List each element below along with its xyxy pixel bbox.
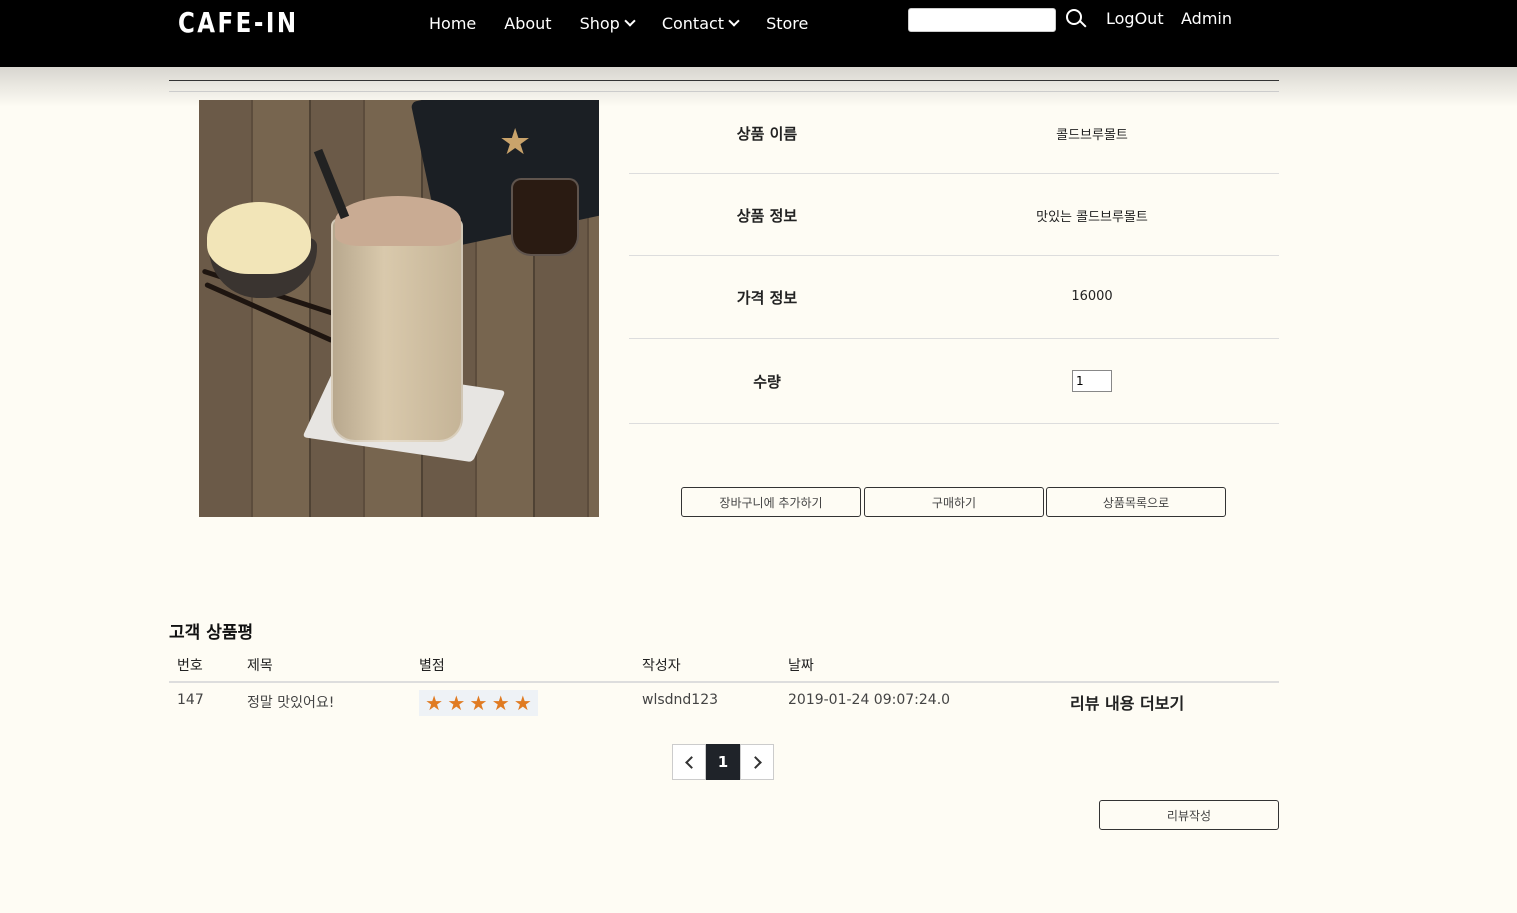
table-header-divider bbox=[169, 681, 1279, 683]
quantity-label: 수량 bbox=[753, 373, 781, 391]
logout-link[interactable]: LogOut bbox=[1106, 9, 1164, 28]
review-no: 147 bbox=[177, 692, 204, 708]
col-header-no: 번호 bbox=[177, 658, 203, 674]
product-name-row: 상품 이름 콜드브루몰트 bbox=[629, 92, 1279, 174]
product-info-label: 상품 정보 bbox=[736, 207, 798, 225]
nav-contact[interactable]: Contact bbox=[661, 14, 740, 33]
reviews-title: 고객 상품평 bbox=[169, 623, 254, 643]
star-icon: ★ bbox=[425, 691, 444, 715]
nav-contact-label: Contact bbox=[661, 14, 725, 33]
nav-store-label: Store bbox=[766, 14, 809, 33]
product-name-value: 콜드브루몰트 bbox=[1056, 128, 1128, 143]
review-title[interactable]: 정말 맛있어요! bbox=[247, 692, 334, 712]
price-label: 가격 정보 bbox=[736, 289, 798, 307]
top-navbar: CAFE-IN Home About Shop Contact Store Lo… bbox=[0, 0, 1517, 67]
product-image: ★ bbox=[199, 100, 599, 517]
add-to-cart-button[interactable]: 장바구니에 추가하기 bbox=[681, 487, 861, 517]
nav-home[interactable]: Home bbox=[429, 14, 476, 33]
review-date: 2019-01-24 09:07:24.0 bbox=[788, 692, 951, 708]
col-header-rating: 별점 bbox=[419, 658, 445, 674]
col-header-date: 날짜 bbox=[788, 658, 814, 674]
chevron-left-icon bbox=[684, 755, 698, 769]
chevron-right-icon bbox=[748, 755, 762, 769]
page-1-button[interactable]: 1 bbox=[706, 744, 740, 780]
col-header-author: 작성자 bbox=[642, 658, 681, 674]
star-icon: ★ bbox=[491, 691, 510, 715]
search-input[interactable] bbox=[908, 8, 1056, 32]
star-icon: ★ bbox=[469, 691, 488, 715]
chevron-down-icon bbox=[728, 15, 740, 27]
quantity-input[interactable] bbox=[1072, 370, 1112, 392]
search-icon[interactable] bbox=[1066, 9, 1087, 31]
nav-shop-label: Shop bbox=[579, 14, 620, 33]
nav-store[interactable]: Store bbox=[766, 14, 808, 33]
buy-button[interactable]: 구매하기 bbox=[864, 487, 1044, 517]
product-info-row: 상품 정보 맛있는 콜드브루몰트 bbox=[629, 174, 1279, 256]
rating-stars: ★ ★ ★ ★ ★ bbox=[419, 690, 538, 716]
nav-shop[interactable]: Shop bbox=[579, 14, 636, 33]
admin-link[interactable]: Admin bbox=[1181, 9, 1232, 28]
review-more-link[interactable]: 리뷰 내용 더보기 bbox=[1070, 690, 1184, 714]
col-header-title: 제목 bbox=[247, 658, 273, 674]
nav-home-label: Home bbox=[429, 14, 477, 33]
quantity-row: 수량 bbox=[629, 339, 1279, 424]
write-review-button[interactable]: 리뷰작성 bbox=[1099, 800, 1279, 830]
review-author: wlsdnd123 bbox=[642, 692, 719, 708]
price-value: 16000 bbox=[1071, 289, 1113, 304]
product-name-label: 상품 이름 bbox=[736, 125, 798, 143]
prev-page-button[interactable] bbox=[672, 744, 706, 780]
star-icon: ★ bbox=[447, 691, 466, 715]
product-list-button[interactable]: 상품목록으로 bbox=[1046, 487, 1226, 517]
nav-about-label: About bbox=[504, 14, 552, 33]
pagination: 1 bbox=[672, 744, 774, 780]
product-info-value: 맛있는 콜드브루몰트 bbox=[1036, 210, 1148, 225]
next-page-button[interactable] bbox=[740, 744, 774, 780]
price-row: 가격 정보 16000 bbox=[629, 256, 1279, 339]
brand-logo[interactable]: CAFE-IN bbox=[178, 6, 299, 39]
divider bbox=[169, 80, 1279, 81]
chevron-down-icon bbox=[624, 15, 636, 27]
nav-about[interactable]: About bbox=[504, 14, 551, 33]
star-icon: ★ bbox=[513, 691, 532, 715]
main-nav: Home About Shop Contact Store bbox=[429, 14, 836, 33]
